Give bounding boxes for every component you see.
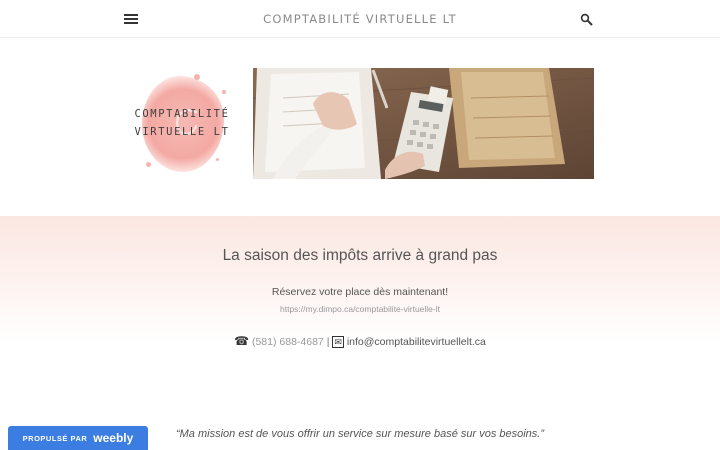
logo-splatter xyxy=(194,74,200,80)
logo[interactable]: COMPTABILITÉ VIRTUELLE LT xyxy=(126,70,238,182)
phone-icon: ☎ xyxy=(234,334,250,348)
site-header: COMPTABILITÉ VIRTUELLE LT xyxy=(0,0,720,38)
logo-text-line2: VIRTUELLE LT xyxy=(134,126,230,138)
phone-number[interactable]: (581) 688-4687 xyxy=(252,336,324,348)
logo-text-line1: COMPTABILITÉ xyxy=(134,108,230,120)
badge-prefix: PROPULSÉ PAR xyxy=(22,433,88,443)
site-title[interactable]: COMPTABILITÉ VIRTUELLE LT xyxy=(0,12,720,26)
desk-calculator-photo xyxy=(253,68,594,179)
search-icon[interactable] xyxy=(580,13,594,27)
contact-separator: | xyxy=(326,336,330,348)
logo-splatter xyxy=(146,162,151,167)
banner-title: La saison des impôts arrive à grand pas xyxy=(222,247,498,264)
weebly-logo: weebly xyxy=(93,431,134,445)
contact-line: ☎ (581) 688-4687 | ✉ info@comptabilitevi… xyxy=(0,334,720,348)
logo-splatter xyxy=(222,90,226,94)
booking-link[interactable]: https://my.dimpo.ca/comptabilite-virtuel… xyxy=(0,304,720,314)
logo-splatter xyxy=(216,158,219,161)
hero-image xyxy=(253,68,594,179)
weebly-badge[interactable]: PROPULSÉ PAR weebly xyxy=(8,426,148,450)
banner-subtitle: Réservez votre place dès maintenant! xyxy=(271,286,449,298)
mail-icon: ✉ xyxy=(332,336,344,348)
email-link[interactable]: info@comptabilitevirtuellelt.ca xyxy=(347,336,486,348)
